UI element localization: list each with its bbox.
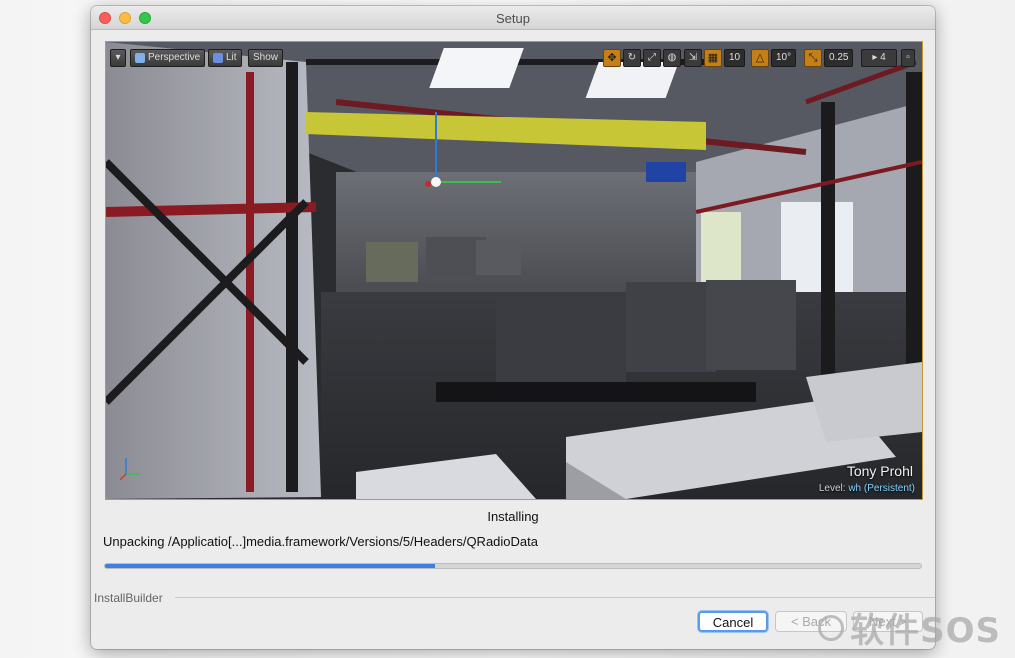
lit-label: Lit bbox=[226, 52, 237, 63]
viewport-menu-button[interactable]: ▾ bbox=[110, 49, 126, 67]
footer-divider bbox=[175, 597, 935, 598]
author-overlay: Tony Prohl bbox=[846, 463, 913, 479]
setup-window: Setup ▾ Perspective Lit Show ✥ ↻ ⤢ ◍ ⇲ ▦… bbox=[91, 6, 935, 649]
window-title: Setup bbox=[496, 11, 530, 26]
show-button[interactable]: Show bbox=[248, 49, 284, 67]
scale-tool-icon[interactable]: ⤢ bbox=[643, 49, 661, 67]
status-detail: Unpacking /Applicatio[...]media.framewor… bbox=[103, 534, 538, 549]
lit-button[interactable]: Lit bbox=[208, 49, 242, 67]
level-label: Level: bbox=[818, 483, 846, 494]
cancel-button[interactable]: Cancel bbox=[698, 611, 768, 632]
camera-speed-button[interactable]: ▸ 4 bbox=[861, 49, 897, 67]
scale-snap-icon[interactable]: ⤡ bbox=[804, 49, 822, 67]
perspective-button[interactable]: Perspective bbox=[130, 49, 206, 67]
grid-snap-icon[interactable]: ▦ bbox=[704, 49, 722, 67]
scale-snap-value[interactable]: 0.25 bbox=[824, 49, 854, 67]
perspective-label: Perspective bbox=[148, 52, 201, 63]
surface-snap-icon[interactable]: ⇲ bbox=[684, 49, 702, 67]
warehouse-scene-image bbox=[106, 42, 922, 499]
show-label: Show bbox=[253, 52, 279, 63]
install-progress-fill bbox=[105, 564, 436, 568]
title-bar[interactable]: Setup bbox=[91, 6, 935, 30]
world-space-icon[interactable]: ◍ bbox=[663, 49, 681, 67]
translate-tool-icon[interactable]: ✥ bbox=[603, 49, 621, 67]
maximize-viewport-icon[interactable]: ▫ bbox=[901, 49, 915, 67]
rotate-tool-icon[interactable]: ↻ bbox=[623, 49, 641, 67]
level-value: wh (Persistent) bbox=[848, 483, 915, 494]
grid-snap-value[interactable]: 10 bbox=[724, 49, 746, 67]
watermark-logo-icon bbox=[818, 614, 845, 641]
rotation-snap-icon[interactable]: △ bbox=[751, 49, 769, 67]
camera-icon bbox=[135, 53, 145, 63]
watermark-text: 软件SOS bbox=[850, 611, 1001, 651]
camera-speed-icon: ▸ bbox=[872, 52, 878, 63]
rotation-snap-value[interactable]: 10° bbox=[771, 49, 797, 67]
brand-label: InstallBuilder bbox=[94, 591, 167, 605]
install-progress-bar bbox=[104, 563, 922, 569]
level-overlay: Level: wh (Persistent) bbox=[819, 483, 915, 494]
preview-viewport: ▾ Perspective Lit Show ✥ ↻ ⤢ ◍ ⇲ ▦ 10 △ … bbox=[105, 41, 923, 500]
lit-sphere-icon bbox=[213, 53, 223, 63]
status-heading: Installing bbox=[487, 509, 539, 524]
watermark: 软件SOS bbox=[818, 603, 1001, 652]
camera-speed-value: 4 bbox=[880, 52, 886, 63]
chevron-down-icon: ▾ bbox=[115, 52, 121, 63]
